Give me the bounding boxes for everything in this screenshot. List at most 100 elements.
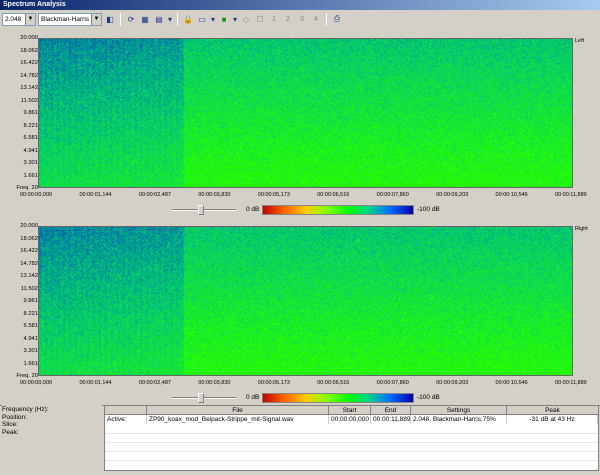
channel-button-2[interactable]: 2 [282,16,294,23]
x-tick-label: 00:00:02,487 [138,380,171,386]
gain-slider-track-left [172,209,236,211]
window-function-value: Blackman-Harris [41,15,90,23]
spectrogram-left[interactable] [38,38,573,188]
y-tick-label: 4.941 [23,335,38,342]
table-cell: 00:00:11,889 [373,415,411,424]
table-cell: 00:00:00,000 [329,415,371,424]
chevron-down-icon[interactable]: ▾ [232,13,238,26]
spectrogram-right[interactable] [38,226,573,376]
table-row[interactable]: Active: ZP90_koax_mod_Beipack-Strippe_mi… [105,415,598,424]
gain-slider-track-right [172,397,236,399]
eraser-icon[interactable]: ◇ [240,13,252,26]
frequency-label: Frequency (Hz): [2,406,49,413]
print-icon[interactable]: ⎙ [331,13,343,26]
column-header-label[interactable] [105,406,147,415]
column-header-end[interactable]: End [371,406,411,415]
toolbar-separator [120,12,121,26]
y-tick-label: 9.861 [23,110,38,116]
table-header: File Start End Settings Peak [105,406,598,415]
x-tick-label: 00:00:02,487 [138,192,171,198]
position-label: Position: [2,413,27,421]
y-tick-label: 1.661 [23,172,38,179]
y-tick-label: 8.221 [23,122,38,129]
y-tick-label: 13.142 [20,273,38,279]
gain-slider-right[interactable] [198,393,204,403]
y-tick-label: Freq. 20 [16,373,38,379]
spectrogram-right-panel: Right 20.000 18.062 16.422 14.782 13.142 11.5… [0,220,600,406]
gain-slider-left[interactable] [198,205,204,215]
color-mode-icon[interactable]: ■ [218,13,230,26]
refresh-icon[interactable]: ⟳ [125,13,137,26]
y-tick-label: 14.782 [20,72,38,79]
x-tick-label: 00:00:00,000 [20,380,53,386]
y-tick-label: 11.502 [20,285,38,292]
colorbar-min-right: 0 dB [246,394,260,401]
chevron-down-icon: ▼ [25,13,35,25]
lock-icon[interactable]: 🔒 [182,13,194,26]
y-tick-label: 4.941 [23,147,38,154]
chevron-down-icon[interactable]: ▾ [210,13,216,26]
x-tick-label: 00:00:07,860 [376,192,409,198]
window-function-select[interactable]: Blackman-Harris ▼ [38,12,102,26]
column-header-peak[interactable]: Peak [507,406,598,415]
x-tick-label: 00:00:11,889 [555,192,587,198]
x-tick-label: 00:00:01,144 [79,192,112,198]
table-cell: 2.048, Blackman-Harris;75% [411,415,507,424]
colorbar-left [262,205,414,215]
slice-label: Slice: [2,421,18,428]
channel-button-4[interactable]: 4 [310,16,322,23]
colorbar-right [262,393,414,403]
channel-button-3[interactable]: 3 [296,16,308,23]
x-tick-label: 00:00:10,546 [495,192,528,198]
column-header-start[interactable]: Start [329,406,371,415]
y-tick-label: 3.301 [23,160,38,166]
table-cell: Active: [105,415,147,424]
settings-icon[interactable]: ◧ [104,13,116,26]
toolbar: 2.048 ▼ Blackman-Harris ▼ ◧ ⟳ ▦ ▤ ▾ 🔒 ▭ … [0,10,600,28]
y-tick-label: 6.581 [23,135,38,141]
y-tick-label: 20.000 [20,223,38,229]
x-tick-label: 00:00:09,203 [436,380,469,386]
column-header-settings[interactable]: Settings [411,406,507,415]
bars-view-icon[interactable]: ▤ [153,13,165,26]
y-tick-label: 8.221 [23,310,38,317]
row-divider [105,442,598,443]
row-divider [105,433,598,434]
colorbar-max-left: -100 dB [417,206,440,213]
y-tick-label: 9.861 [23,298,38,304]
display-mode-icon[interactable]: ▭ [196,13,208,26]
fft-size-select[interactable]: 2.048 ▼ [2,12,36,26]
y-tick-label: 18.062 [20,47,38,54]
y-tick-label: 14.782 [20,260,38,267]
channel-button-1[interactable]: 1 [268,16,280,23]
x-tick-label: 00:00:11,889 [555,380,587,386]
y-tick-label: 18.062 [20,235,38,242]
channel-label-left: Left [575,38,585,44]
y-tick-label: 16.422 [20,248,38,254]
x-tick-label: 00:00:03,830 [198,380,231,386]
y-tick-label: 20.000 [20,35,38,41]
row-divider [105,451,598,452]
y-tick-label: 16.422 [20,60,38,66]
y-tick-label: Freq. 20 [16,185,38,191]
x-tick-label: 00:00:10,546 [495,380,528,386]
checkbox-icon[interactable]: ☐ [254,13,266,26]
toolbar-separator [326,12,327,26]
chevron-down-icon[interactable]: ▾ [167,13,173,26]
y-tick-label: 11.502 [20,97,38,104]
peak-label: Peak: [2,428,19,436]
spectrogram-left-panel: Left 20.000 18.062 16.422 14.782 13.142 11.50… [0,32,600,218]
fft-size-value: 2.048 [5,15,22,23]
chevron-down-icon: ▼ [91,13,101,25]
spectrum-view-icon[interactable]: ▦ [139,13,151,26]
y-tick-label: 6.581 [23,323,38,329]
toolbar-separator [177,12,178,26]
channel-label-right: Right [575,226,588,232]
results-table: File Start End Settings Peak Active: ZP9… [104,405,599,471]
x-tick-label: 00:00:00,000 [20,192,53,198]
window-titlebar: Spectrum Analysis [0,0,600,10]
colorbar-max-right: -100 dB [417,394,440,401]
y-tick-label: 3.301 [23,348,38,354]
x-tick-label: 00:00:06,516 [317,192,350,198]
column-header-file[interactable]: File [147,406,329,415]
